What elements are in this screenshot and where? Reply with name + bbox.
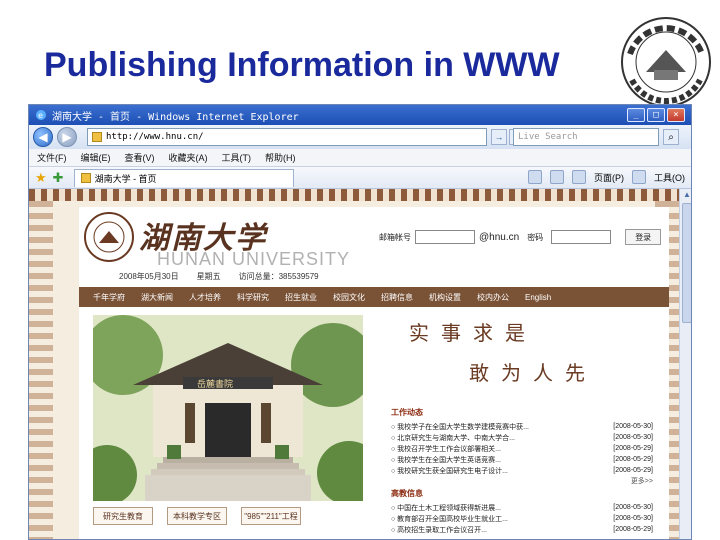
forward-button[interactable]: ▶	[57, 127, 77, 147]
favorites-bar: ★ ✚ 湖南大学 - 首页 页面(P) 工具(O)	[29, 167, 691, 189]
favorites-star-icon[interactable]: ★	[35, 170, 47, 186]
add-favorite-icon[interactable]: ✚	[53, 170, 64, 186]
tools-gear-icon[interactable]	[632, 170, 646, 184]
date-text: 2008年05月30日	[119, 272, 179, 281]
nav-item[interactable]: 校内办公	[477, 292, 509, 303]
list-item[interactable]: ○ 中国在土木工程领域获得新进展... [2008-05-30]	[391, 502, 653, 513]
list-item[interactable]: ○ 我校研究生获全国研究生电子设计... [2008-05-29]	[391, 465, 653, 476]
menu-view[interactable]: 查看(V)	[125, 151, 155, 164]
news-panel: 工作动态 ○ 我校学子在全国大学生数学建模竞赛中获... [2008-05-30]…	[391, 405, 653, 535]
browser-titlebar: e 湖南大学 - 首页 - Windows Internet Explorer …	[29, 105, 691, 125]
decorative-border-top	[29, 189, 691, 201]
password-label: 密码	[527, 232, 544, 242]
menu-favorites[interactable]: 收藏夹(A)	[169, 151, 208, 164]
window-title: 湖南大学 - 首页 - Windows Internet Explorer	[52, 111, 299, 123]
email-domain: @hnu.cn	[479, 231, 520, 243]
scrollbar-thumb[interactable]	[682, 203, 691, 323]
menu-bar: 文件(F) 编辑(E) 查看(V) 收藏夹(A) 工具(T) 帮助(H)	[29, 149, 691, 167]
tab-homepage[interactable]: 湖南大学 - 首页	[73, 168, 294, 187]
nav-item[interactable]: 招聘信息	[381, 292, 413, 303]
list-item[interactable]: ○ 我校学子在全国大学生数学建模竞赛中获... [2008-05-30]	[391, 421, 653, 432]
weekday-text: 星期五	[196, 272, 221, 281]
motto-line-2: 敢为人先	[469, 361, 597, 385]
news-heading-work: 工作动态	[391, 408, 423, 417]
menu-help[interactable]: 帮助(H)	[265, 151, 296, 164]
menu-edit[interactable]: 编辑(E)	[81, 151, 111, 164]
minimize-button[interactable]: _	[627, 108, 645, 122]
list-item[interactable]: ○ 教育部召开全国高校毕业生就业工... [2008-05-30]	[391, 513, 653, 524]
link-undergraduate-teaching[interactable]: 本科教学专区	[167, 507, 227, 525]
news-heading-education: 高教信息	[391, 489, 423, 498]
nav-item[interactable]: 人才培养	[189, 292, 221, 303]
more-link[interactable]: 更多>>	[391, 476, 653, 486]
visit-counter: 访问总量：385539579	[238, 272, 319, 281]
link-graduate-education[interactable]: 研究生教育	[93, 507, 153, 525]
nav-item[interactable]: 校园文化	[333, 292, 365, 303]
list-item[interactable]: ○ 北京研究生与湖南大学、中南大学合... [2008-05-30]	[391, 432, 653, 443]
nav-item[interactable]: 招生就业	[285, 292, 317, 303]
maximize-button[interactable]: □	[647, 108, 665, 122]
close-button[interactable]: ×	[667, 108, 685, 122]
list-item[interactable]: ○ 高校招生录取工作会议召开... [2008-05-29]	[391, 524, 653, 535]
site-seal-icon	[84, 212, 134, 262]
nav-item[interactable]: 千年学府	[93, 292, 125, 303]
site-header: 湖南大学 HUNAN UNIVERSITY 邮箱帐号 @hnu.cn 密码 登录…	[79, 207, 669, 287]
print-icon[interactable]	[572, 170, 586, 184]
address-url: http://www.hnu.cn/	[106, 132, 204, 142]
decorative-border-left	[29, 201, 53, 539]
login-button[interactable]: 登录	[625, 229, 662, 245]
home-icon[interactable]	[528, 170, 542, 184]
address-row: ◀ ▶ http://www.hnu.cn/ → ⟳ ✕ Live Search…	[29, 125, 691, 149]
site-info-bar: 2008年05月30日 星期五 访问总量：385539579	[119, 271, 319, 282]
tab-label: 湖南大学 - 首页	[94, 173, 157, 184]
search-input[interactable]: Live Search	[513, 128, 659, 146]
vertical-scrollbar[interactable]: ▲	[679, 189, 691, 539]
plaque-text: 岳麓書院	[197, 378, 233, 390]
university-seal-logo	[621, 17, 711, 107]
page-icon	[92, 132, 102, 142]
university-website: 湖南大学 HUNAN UNIVERSITY 邮箱帐号 @hnu.cn 密码 登录…	[79, 207, 669, 539]
site-navigation: 千年学府 湖大新闻 人才培养 科学研究 招生就业 校园文化 招聘信息 机构设置 …	[79, 287, 669, 307]
list-item[interactable]: ○ 我校学生在全国大学生英语竞赛... [2008-05-29]	[391, 454, 653, 465]
list-item[interactable]: ○ 我校召开学生工作会议部署相关... [2008-05-29]	[391, 443, 653, 454]
back-button[interactable]: ◀	[33, 127, 53, 147]
browser-window: e 湖南大学 - 首页 - Windows Internet Explorer …	[28, 104, 692, 540]
go-icon[interactable]: →	[491, 129, 507, 145]
menu-file[interactable]: 文件(F)	[37, 151, 67, 164]
page-menu[interactable]: 页面(P)	[594, 171, 624, 184]
nav-item[interactable]: 科学研究	[237, 292, 269, 303]
site-logo-english: HUNAN UNIVERSITY	[157, 249, 351, 269]
email-label: 邮箱帐号	[379, 232, 411, 242]
login-form: 邮箱帐号 @hnu.cn 密码 登录	[379, 229, 662, 245]
address-bar[interactable]: http://www.hnu.cn/	[87, 128, 487, 146]
scroll-up-icon[interactable]: ▲	[681, 189, 691, 201]
slide-title: Publishing Information in WWW	[44, 46, 560, 84]
password-field[interactable]	[551, 230, 612, 244]
ie-logo-icon: e	[36, 110, 46, 120]
link-985-211-project[interactable]: "985""211"工程	[241, 507, 301, 525]
motto-line-1: 实事求是	[409, 321, 537, 345]
nav-item[interactable]: 湖大新闻	[141, 292, 173, 303]
svg-text:e: e	[38, 111, 43, 120]
site-body: 岳麓書院 研究生教育 本科教学专区 "985""211"工程 实事求是 敢为人先…	[79, 307, 669, 539]
nav-item-english[interactable]: English	[525, 293, 551, 302]
tools-menu[interactable]: 工具(O)	[654, 171, 685, 184]
search-icon[interactable]: ⌕	[663, 129, 679, 145]
academy-gate-photo: 岳麓書院	[93, 315, 363, 501]
email-field[interactable]	[415, 230, 475, 244]
feeds-icon[interactable]	[550, 170, 564, 184]
nav-item[interactable]: 机构设置	[429, 292, 461, 303]
tab-page-icon	[80, 173, 91, 183]
menu-tools[interactable]: 工具(T)	[222, 151, 252, 164]
page-content: 湖南大学 HUNAN UNIVERSITY 邮箱帐号 @hnu.cn 密码 登录…	[29, 189, 691, 539]
